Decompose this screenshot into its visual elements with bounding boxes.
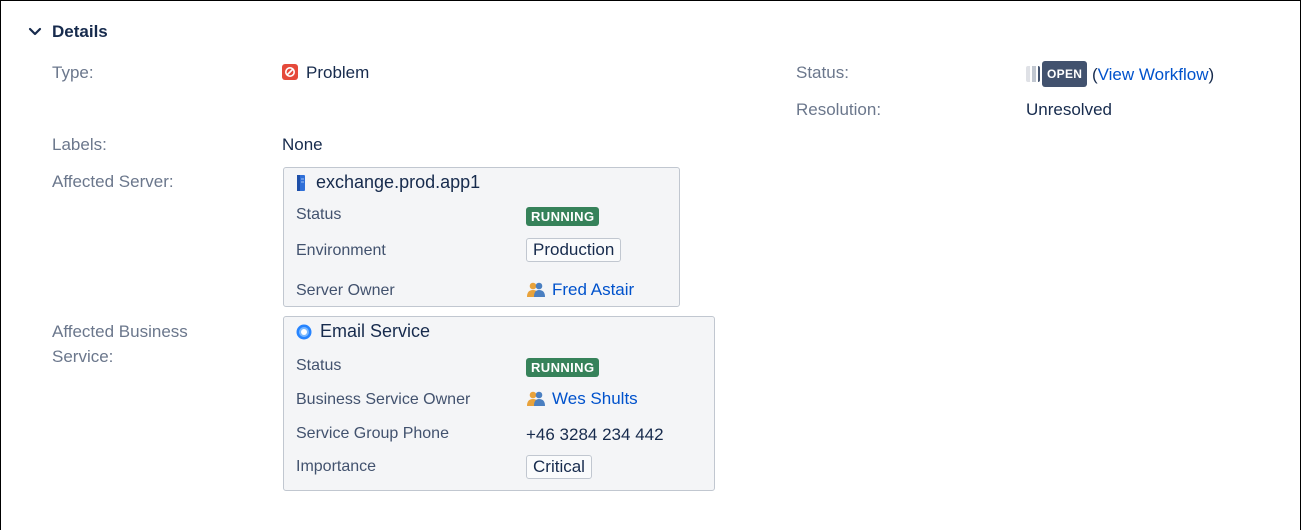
server-card: exchange.prod.app1 Status RUNNING Enviro… — [283, 167, 680, 307]
server-owner-label: Server Owner — [296, 282, 395, 299]
service-importance-label: Importance — [296, 458, 377, 475]
users-icon — [527, 391, 545, 406]
service-card-title[interactable]: Email Service — [296, 321, 430, 342]
labels-value: None — [282, 135, 323, 154]
paren-close: ) — [1208, 65, 1215, 84]
service-phone-value: +46 3284 234 442 — [526, 425, 664, 444]
server-name: exchange.prod.app1 — [316, 172, 481, 192]
affected-service-label-line1: Affected Business — [52, 322, 188, 341]
server-card-title[interactable]: exchange.prod.app1 — [296, 172, 480, 193]
server-status-value: RUNNING — [526, 206, 600, 226]
service-name: Email Service — [320, 321, 431, 341]
status-label: Status: — [796, 63, 849, 82]
status-value: OPEN (View Workflow) — [1026, 61, 1214, 87]
problem-icon — [282, 64, 298, 80]
labels-label: Labels: — [52, 135, 107, 154]
view-workflow-link[interactable]: View Workflow — [1098, 65, 1209, 84]
resolution-value: Unresolved — [1026, 100, 1112, 119]
running-lozenge: RUNNING — [526, 207, 600, 226]
running-lozenge: RUNNING — [526, 358, 600, 377]
wes-shults-link[interactable]: Wes Shults — [552, 389, 638, 408]
server-icon — [297, 174, 305, 191]
resolution-label: Resolution: — [796, 100, 882, 119]
server-environment-value: Production — [526, 238, 622, 262]
environment-tag: Production — [526, 238, 622, 262]
service-icon — [296, 324, 312, 339]
service-phone-label: Service Group Phone — [296, 425, 449, 442]
importance-tag: Critical — [526, 455, 592, 479]
section-title: Details — [52, 22, 108, 41]
status-bar-icon — [1026, 66, 1040, 82]
fred-astair-link[interactable]: Fred Astair — [552, 280, 634, 299]
server-owner-value[interactable]: Fred Astair — [526, 280, 634, 300]
type-value: Problem — [282, 61, 369, 85]
service-status-label: Status — [296, 357, 342, 374]
chevron-down-icon — [28, 27, 42, 36]
users-icon — [527, 282, 545, 297]
server-environment-label: Environment — [296, 242, 386, 259]
service-importance-value: Critical — [526, 455, 592, 479]
affected-server-label: Affected Server: — [52, 172, 174, 191]
server-status-label: Status — [296, 206, 342, 223]
details-toggle[interactable]: Details — [28, 22, 108, 42]
service-card: Email Service Status RUNNING Business Se… — [283, 316, 715, 491]
type-text: Problem — [306, 63, 370, 82]
service-status-value: RUNNING — [526, 357, 600, 377]
type-label: Type: — [52, 63, 94, 82]
service-owner-label: Business Service Owner — [296, 391, 471, 408]
affected-service-label-line2: Service: — [52, 347, 114, 366]
status-lozenge: OPEN — [1042, 61, 1088, 87]
service-owner-value[interactable]: Wes Shults — [526, 389, 638, 409]
